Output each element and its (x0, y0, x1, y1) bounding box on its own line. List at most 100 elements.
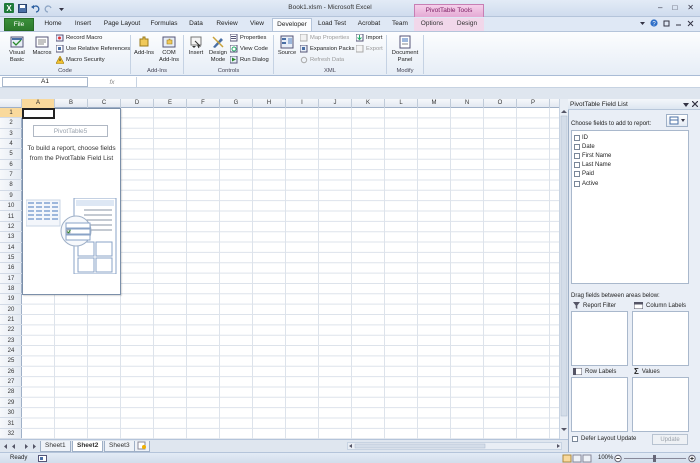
defer-layout-update[interactable]: Defer Layout Update (572, 436, 636, 442)
source-button[interactable]: Source (276, 35, 298, 57)
record-macro-button[interactable]: Record Macro (56, 34, 102, 42)
row-header[interactable]: 27 (0, 377, 22, 387)
formula-input[interactable] (136, 77, 696, 87)
restore-workbook-icon[interactable] (662, 19, 670, 27)
column-header[interactable]: O (484, 99, 517, 108)
row-header[interactable]: 21 (0, 315, 22, 325)
tab-options[interactable]: Options (414, 18, 450, 31)
column-header[interactable]: L (385, 99, 418, 108)
tab-formulas[interactable]: Formulas (146, 18, 182, 31)
row-header[interactable]: 20 (0, 305, 22, 315)
add-ins-button[interactable]: Add-Ins (133, 35, 155, 57)
sheet-navigation-icon[interactable] (3, 443, 37, 450)
column-header[interactable]: N (451, 99, 484, 108)
field-item[interactable]: Last Name (574, 161, 611, 170)
normal-view-icon[interactable] (563, 455, 571, 462)
column-header[interactable]: K (352, 99, 385, 108)
column-header[interactable]: C (88, 99, 121, 108)
horizontal-scrollbar[interactable] (347, 442, 562, 450)
field-item[interactable]: ID (574, 133, 588, 142)
undo-icon[interactable] (30, 3, 40, 13)
column-header[interactable]: A (22, 99, 55, 108)
minimize-button[interactable]: – (658, 3, 662, 13)
field-item[interactable]: Date (574, 142, 595, 151)
row-header[interactable]: 4 (0, 139, 22, 149)
update-button[interactable]: Update (652, 434, 688, 445)
row-header[interactable]: 28 (0, 387, 22, 397)
field-list-layout-button[interactable] (666, 114, 688, 127)
tab-review[interactable]: Review (212, 18, 242, 31)
field-item[interactable]: Paid (574, 170, 594, 179)
run-dialog-button[interactable]: Run Dialog (230, 56, 269, 64)
row-header[interactable]: 10 (0, 201, 22, 211)
tab-home[interactable]: Home (38, 18, 68, 31)
customize-qat-icon[interactable] (56, 3, 66, 13)
field-checkbox[interactable] (574, 135, 580, 141)
row-header[interactable]: 31 (0, 419, 22, 429)
close-button[interactable]: ✕ (687, 3, 694, 13)
tab-developer[interactable]: Developer (272, 18, 312, 31)
column-header[interactable]: F (187, 99, 220, 108)
pane-options-icon[interactable] (683, 102, 689, 107)
row-header[interactable]: 17 (0, 274, 22, 284)
column-labels-area[interactable] (632, 311, 689, 366)
row-header[interactable]: 3 (0, 129, 22, 139)
tab-team[interactable]: Team (388, 18, 412, 31)
row-header[interactable]: 25 (0, 356, 22, 366)
tab-load-test[interactable]: Load Test (314, 18, 350, 31)
row-header[interactable]: 8 (0, 180, 22, 190)
row-header[interactable]: 7 (0, 170, 22, 180)
expansion-packs-button[interactable]: Expansion Packs (300, 45, 354, 53)
row-header[interactable]: 14 (0, 243, 22, 253)
fx-label[interactable]: fx (109, 79, 114, 86)
help-icon[interactable]: ? (650, 19, 658, 27)
field-item[interactable]: First Name (574, 151, 611, 160)
sheet-tab-sheet2[interactable]: Sheet2 (72, 441, 103, 452)
excel-logo-icon[interactable]: X (4, 3, 14, 13)
zoom-slider[interactable] (614, 454, 696, 463)
minimize-ribbon-icon[interactable] (638, 19, 646, 27)
zoom-level[interactable]: 100% (598, 455, 613, 461)
save-icon[interactable] (17, 3, 27, 13)
report-filter-area[interactable] (571, 311, 628, 366)
maximize-button[interactable]: □ (672, 3, 677, 13)
row-header[interactable]: 18 (0, 284, 22, 294)
row-header[interactable]: 24 (0, 346, 22, 356)
row-header[interactable]: 32 (0, 429, 22, 439)
column-header[interactable]: E (154, 99, 187, 108)
row-header[interactable]: 19 (0, 294, 22, 304)
defer-layout-update-checkbox[interactable] (572, 436, 578, 442)
insert-control-button[interactable]: Insert (186, 35, 206, 57)
map-properties-button[interactable]: Map Properties (300, 34, 349, 42)
sheet-tab-sheet1[interactable]: Sheet1 (40, 441, 71, 452)
row-header[interactable]: 6 (0, 160, 22, 170)
field-checkbox[interactable] (574, 153, 580, 159)
sheet-tab-sheet3[interactable]: Sheet3 (104, 441, 135, 452)
row-header[interactable]: 22 (0, 325, 22, 335)
tab-insert[interactable]: Insert (68, 18, 98, 31)
select-all-corner[interactable] (0, 99, 22, 108)
row-header[interactable]: 11 (0, 212, 22, 222)
row-header[interactable]: 13 (0, 232, 22, 242)
column-header[interactable]: B (55, 99, 88, 108)
close-workbook-icon[interactable] (686, 19, 694, 27)
page-layout-view-icon[interactable] (573, 455, 581, 462)
redo-icon[interactable] (43, 3, 53, 13)
column-header[interactable]: D (121, 99, 154, 108)
row-header[interactable]: 1 (0, 108, 22, 118)
column-header[interactable]: P (517, 99, 550, 108)
insert-sheet-button[interactable] (134, 441, 150, 452)
column-header[interactable]: J (319, 99, 352, 108)
tab-acrobat[interactable]: Acrobat (354, 18, 384, 31)
field-checkbox[interactable] (574, 181, 580, 187)
tab-design[interactable]: Design (450, 18, 484, 31)
row-header[interactable]: 26 (0, 367, 22, 377)
row-header[interactable]: 12 (0, 222, 22, 232)
design-mode-button[interactable]: Design Mode (207, 35, 229, 63)
row-header[interactable]: 16 (0, 263, 22, 273)
close-pane-icon[interactable] (692, 101, 698, 107)
macros-button[interactable]: Macros (31, 35, 53, 57)
export-button[interactable]: Export (356, 45, 383, 53)
row-header[interactable]: 2 (0, 118, 22, 128)
row-header[interactable]: 23 (0, 336, 22, 346)
